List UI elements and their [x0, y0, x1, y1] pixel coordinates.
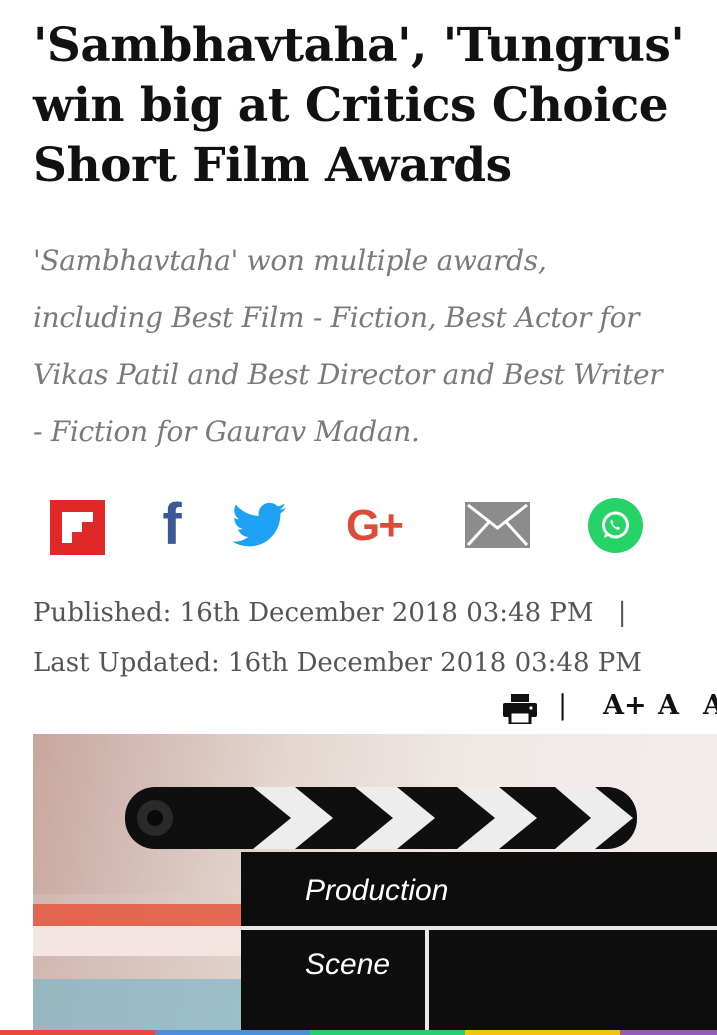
font-decrease-button[interactable]: A — [703, 690, 717, 721]
twitter-icon[interactable] — [232, 502, 286, 548]
flipboard-icon[interactable] — [50, 500, 105, 555]
email-icon[interactable] — [465, 502, 530, 548]
published-row: Published: 16th December 2018 03:48 PM | — [33, 588, 717, 638]
article-meta: Published: 16th December 2018 03:48 PM |… — [33, 588, 717, 688]
print-icon[interactable] — [503, 694, 537, 726]
summary-line: including Best Film - Fiction, Best Acto… — [33, 301, 640, 334]
article-tools: | A+ A A — [503, 690, 717, 730]
updated-date: 16th December 2018 03:48 PM — [228, 648, 642, 678]
clapper-scene-text: Scene — [305, 948, 390, 981]
headline-line: Short Film Awards — [33, 138, 512, 193]
font-normal-button[interactable]: A — [658, 690, 679, 721]
clapper-production-text: Production — [305, 874, 448, 907]
meta-separator: | — [617, 598, 627, 628]
tools-divider: | — [558, 690, 568, 721]
summary-line: - Fiction for Gaurav Madan. — [33, 415, 420, 448]
bottom-color-strip — [0, 1030, 717, 1035]
updated-row: Last Updated: 16th December 2018 03:48 P… — [33, 638, 717, 688]
share-bar: f G+ — [0, 496, 717, 556]
clapperboard-image: Production Scene — [33, 787, 717, 1035]
summary-line: Vikas Patil and Best Director and Best W… — [33, 358, 663, 391]
font-increase-button[interactable]: A+ — [603, 690, 647, 721]
summary-line: 'Sambhavtaha' won multiple awards, — [33, 244, 547, 277]
updated-label: Last Updated: — [33, 648, 220, 678]
published-label: Published: — [33, 598, 172, 628]
facebook-icon[interactable]: f — [152, 496, 192, 554]
published-date: 16th December 2018 03:48 PM — [179, 598, 594, 628]
article-image: Production Scene — [33, 734, 717, 1035]
google-plus-icon[interactable]: G+ — [336, 500, 412, 552]
whatsapp-icon[interactable] — [588, 498, 643, 553]
article-headline: 'Sambhavtaha', 'Tungrus' win big at Crit… — [33, 16, 717, 196]
headline-line: 'Sambhavtaha', 'Tungrus' — [33, 18, 685, 73]
headline-line: win big at Critics Choice — [33, 78, 669, 133]
article-summary: 'Sambhavtaha' won multiple awards, inclu… — [33, 232, 717, 460]
